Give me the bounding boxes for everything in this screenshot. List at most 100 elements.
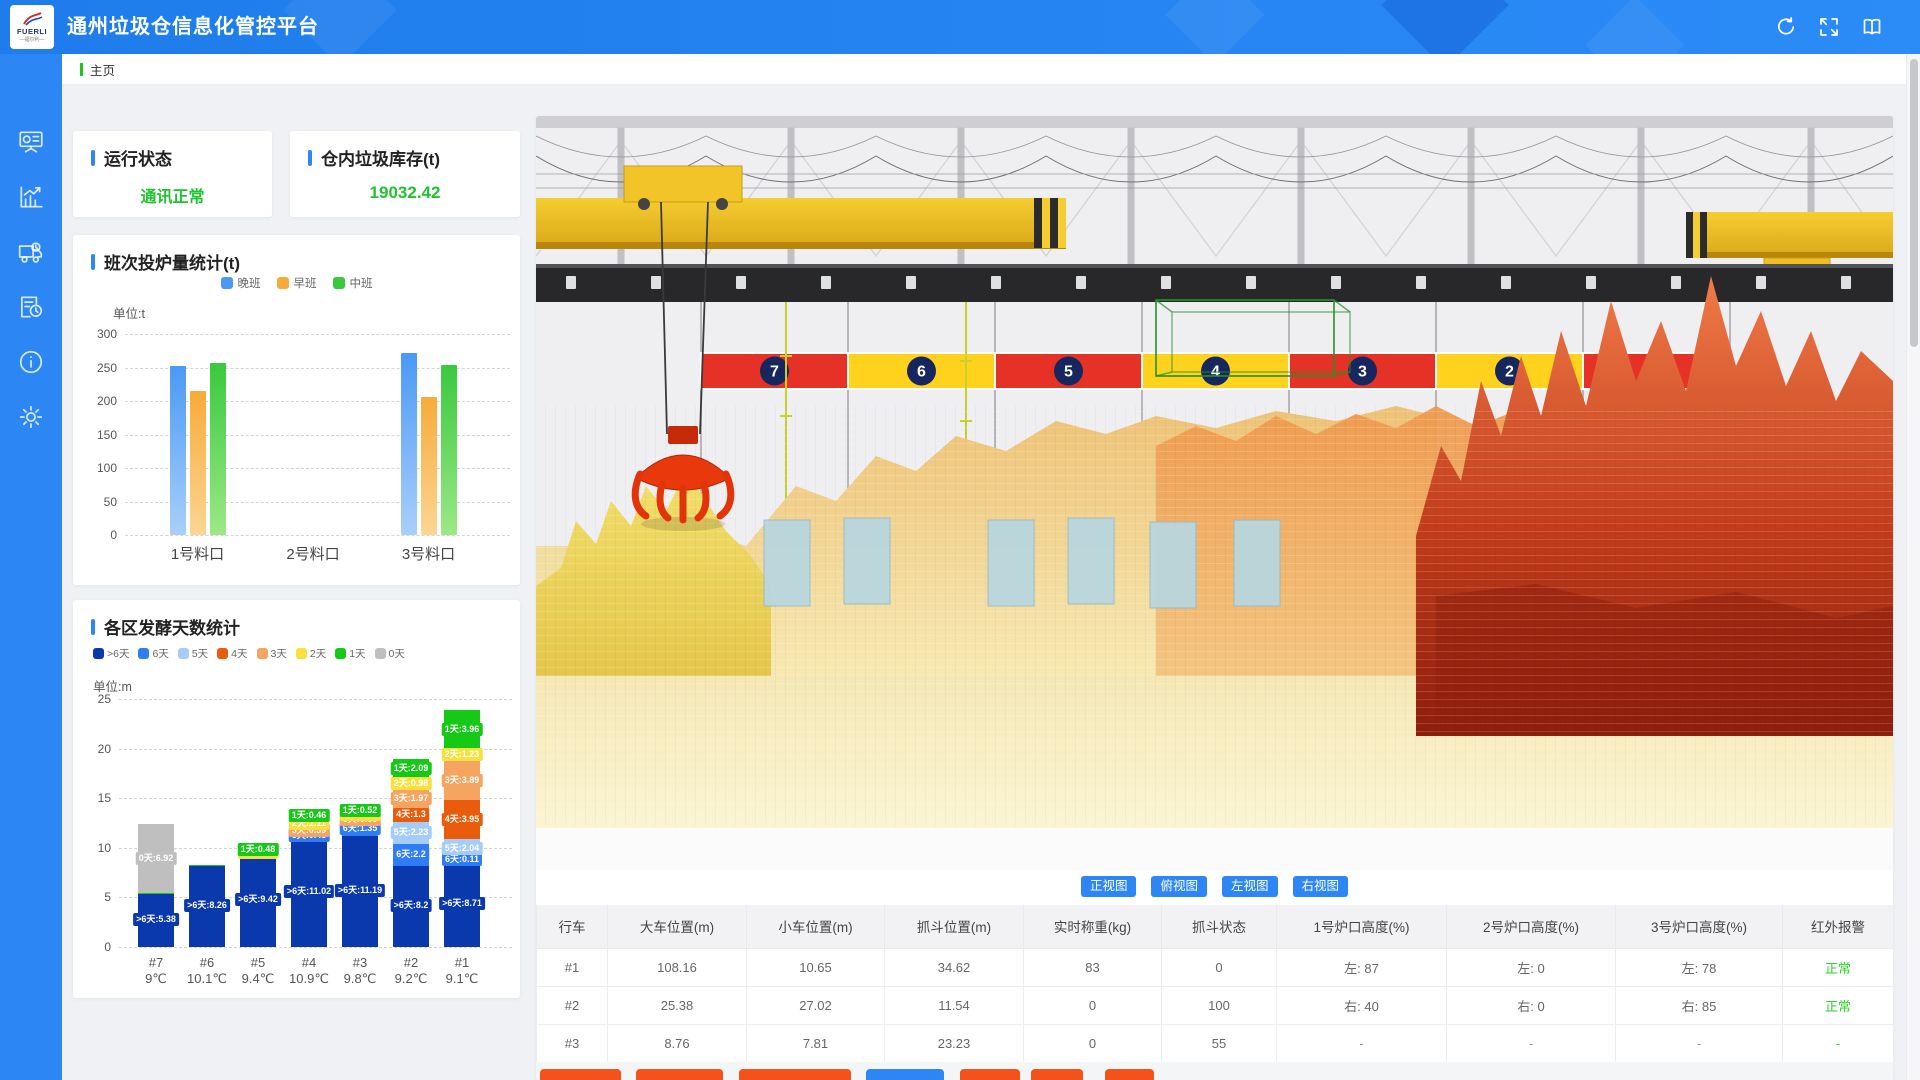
x-axis-category: 3号料口 [402,543,455,564]
fermentation-chart-card: 各区发酵天数统计 >6天6天5天4天3天2天1天0天 单位:m 05101520… [73,600,520,998]
y-axis-tick: 0 [75,940,111,954]
table-row[interactable]: #38.767.8123.23055---- [537,1024,1894,1062]
table-cell: #1 [537,948,608,986]
view-button-左视图[interactable]: 左视图 [1222,876,1278,897]
company-logo: FUERLI —福尔利— [10,5,54,49]
table-row[interactable]: #225.3827.0211.540100右: 40右: 0右: 85正常 [537,986,1894,1024]
section-number: 5 [1064,364,1073,381]
table-header-cell: 2号炉口高度(%) [1447,905,1616,948]
sidebar-item-settings[interactable] [17,403,45,431]
grid-line [119,699,512,700]
segment-value-label: 2天:0.98 [391,777,432,790]
view-button-右视图[interactable]: 右视图 [1293,876,1349,897]
bar-中班[interactable] [441,365,457,535]
sidebar-item-report[interactable] [17,293,45,321]
manual-book-icon[interactable] [1861,16,1885,40]
bottom-action-button[interactable] [1031,1069,1083,1080]
crane-status-table: 行车大车位置(m)小车位置(m)抓斗位置(m)实时称重(kg)抓斗状态1号炉口高… [536,905,1893,1063]
table-header-row: 行车大车位置(m)小车位置(m)抓斗位置(m)实时称重(kg)抓斗状态1号炉口高… [537,905,1894,948]
page-scrollbar[interactable] [1906,54,1920,1080]
refresh-icon[interactable] [1775,16,1799,40]
table-cell: 左: 0 [1447,948,1616,986]
warehouse-3d-panel: 7654321 [536,116,1893,1080]
sidebar-item-truck[interactable] [17,238,45,266]
bottom-action-button[interactable] [866,1069,944,1080]
shift-chart-plot: 0501001502002503001号料口2号料口3号料口 [73,235,520,585]
table-cell: 0 [1024,986,1162,1024]
sidebar-item-info[interactable] [17,348,45,376]
crane-girder-flange [1686,252,1893,258]
title-accent-bar [91,150,95,166]
y-axis-tick: 150 [81,428,117,442]
bottom-action-button[interactable] [540,1069,621,1080]
bottom-action-button[interactable] [960,1069,1020,1080]
segment-value-label: 1天:3.96 [442,723,483,736]
view-button-row: 正视图俯视图左视图右视图 [536,876,1893,897]
crane-girder-right [1686,212,1893,258]
bar-中班[interactable] [210,363,226,535]
table-header-cell: 抓斗位置(m) [885,905,1024,948]
crane-hazard-stripes [1034,198,1066,248]
x-axis-category: 2号料口 [286,543,339,564]
bar-晚班[interactable] [170,366,186,535]
table-row[interactable]: #1108.1610.6534.62830左: 87左: 0左: 78正常 [537,948,1894,986]
segment-value-label: 1天:2.09 [391,762,432,775]
app-header: FUERLI —福尔利— 通州垃圾仓信息化管控平台 [0,0,1920,54]
segment-value-label: 1天:0.52 [340,804,381,817]
table-header-cell: 大车位置(m) [608,905,747,948]
stack-segment-1天[interactable] [189,865,225,866]
table-cell: - [1783,1024,1894,1062]
table-cell: 0 [1162,948,1277,986]
segment-value-label: >6天:8.71 [439,897,485,910]
terrain-voxel-texture [536,406,1893,826]
fullscreen-icon[interactable] [1818,16,1842,40]
view-button-俯视图[interactable]: 俯视图 [1151,876,1207,897]
segment-value-label: 1天:0.46 [289,809,330,822]
table-header-cell: 红外报警 [1783,905,1894,948]
scrollbar-thumb[interactable] [1910,59,1918,347]
x-axis-category: #39.8℃ [344,955,377,987]
table-cell: 25.38 [608,986,747,1024]
breadcrumb-label[interactable]: 主页 [90,60,115,79]
crane-girder-flange [536,242,1066,249]
x-axis-category: #610.1℃ [187,955,227,987]
sidebar-item-statistics[interactable] [17,183,45,211]
segment-value-label: 5天:2.23 [391,826,432,839]
bottom-action-button[interactable] [636,1069,723,1080]
view-button-正视图[interactable]: 正视图 [1081,876,1137,897]
table-cell: 23.23 [885,1024,1024,1062]
table-cell: 右: 85 [1616,986,1783,1024]
table-header-cell: 实时称重(kg) [1024,905,1162,948]
page-title: 通州垃圾仓信息化管控平台 [67,0,319,54]
bar-早班[interactable] [421,397,437,535]
table-cell: 34.62 [885,948,1024,986]
y-axis-tick: 300 [81,327,117,341]
y-axis-tick: 0 [81,528,117,542]
inventory-value: 19032.42 [290,183,520,203]
header-decoration [1166,0,1265,54]
y-axis-tick: 10 [75,841,111,855]
feeding-port [1068,518,1114,604]
x-axis-category: #19.1℃ [446,955,479,987]
bar-早班[interactable] [190,391,206,535]
bar-晚班[interactable] [401,353,417,535]
table-cell: - [1447,1024,1616,1062]
segment-value-label: >6天:8.2 [391,899,432,912]
warehouse-3d-view[interactable]: 7654321 [536,116,1893,870]
trolley-wheel [716,198,728,210]
bottom-action-button[interactable] [739,1069,851,1080]
header-decoration [1586,0,1685,54]
logo-brand-text: FUERLI [17,27,47,36]
bottom-action-button[interactable] [1105,1069,1154,1080]
sidebar-item-monitor[interactable] [17,128,45,156]
table-cell: 左: 87 [1277,948,1447,986]
section-number: 3 [1358,364,1367,381]
header-decoration [1381,0,1508,54]
stack-segment-1天[interactable] [138,893,174,894]
segment-value-label: >6天:11.19 [335,884,385,897]
table-cell: 7.81 [747,1024,885,1062]
table-header-cell: 小车位置(m) [747,905,885,948]
table-cell: 108.16 [608,948,747,986]
feeding-port [988,520,1034,606]
table-header-cell: 抓斗状态 [1162,905,1277,948]
